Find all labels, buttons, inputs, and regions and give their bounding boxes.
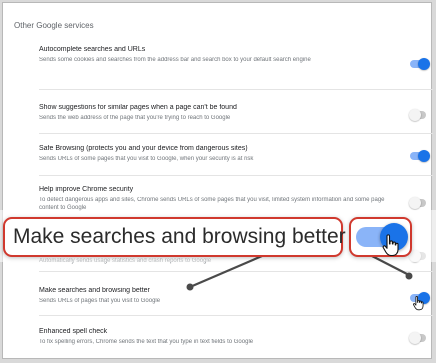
callout-leader-lines (186, 254, 413, 291)
callout-toggle[interactable] (349, 217, 412, 257)
hand-cursor-icon (412, 296, 424, 311)
hand-cursor-icon (382, 234, 399, 257)
callout-label: Make searches and browsing better (3, 217, 346, 257)
